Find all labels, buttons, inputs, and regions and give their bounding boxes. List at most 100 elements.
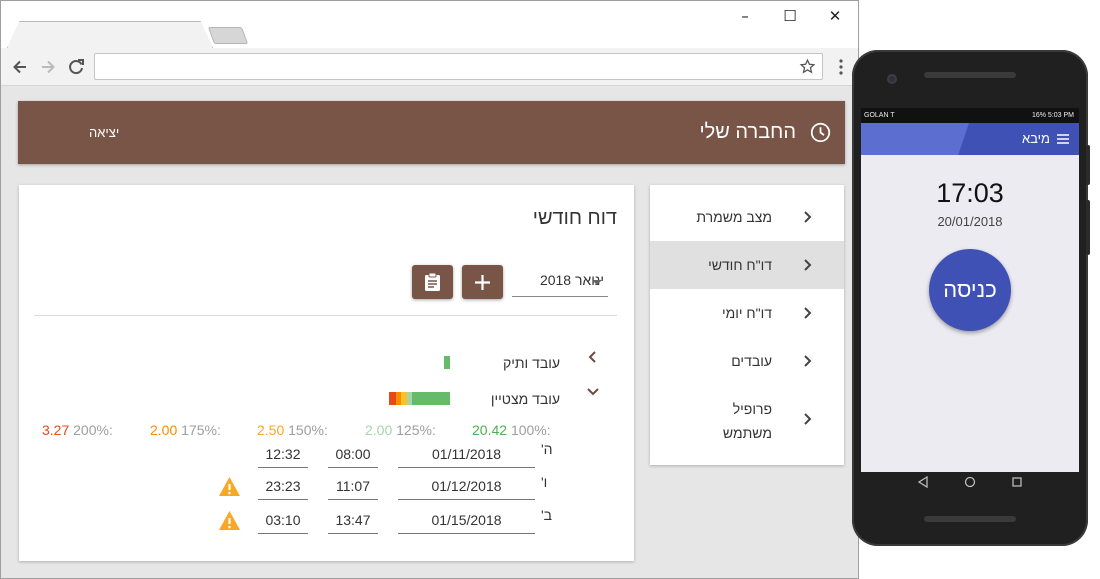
- end-time-field[interactable]: 03:10: [258, 504, 308, 534]
- status-indicators: 16% 5:03 PM: [1031, 112, 1074, 119]
- end-time-value: 23:23: [265, 478, 301, 494]
- browser-titlebar: – ☐ ✕: [1, 1, 858, 48]
- stat-value: 20.42: [472, 422, 508, 438]
- start-time-value: 08:00: [335, 446, 371, 462]
- browser-tab[interactable]: [7, 21, 213, 48]
- hamburger-menu-icon[interactable]: [1057, 134, 1069, 144]
- add-button[interactable]: [462, 265, 503, 299]
- current-date: 20/01/2018: [937, 214, 1003, 229]
- monthly-report-card: דוח חודשי ינואר 2018 עובד ותיק עובד מצטי…: [19, 185, 634, 561]
- stat-value: 3.27: [42, 422, 70, 438]
- end-time-value: 03:10: [265, 512, 301, 528]
- bookmark-star-icon[interactable]: [799, 58, 816, 75]
- warning-icon: [219, 477, 240, 496]
- volume-button: [1086, 145, 1090, 185]
- stat-value: 2.00: [365, 422, 393, 438]
- report-title: דוח חודשי: [532, 207, 617, 229]
- divider: [34, 315, 617, 316]
- menu-item-employees[interactable]: עובדים: [650, 337, 844, 385]
- date-field[interactable]: 01/12/2018: [398, 470, 535, 500]
- current-time: 17:03: [936, 178, 1004, 208]
- phone-nav-bar: [861, 472, 1079, 494]
- new-tab-button[interactable]: [207, 27, 249, 44]
- stat-value: 2.50: [257, 422, 285, 438]
- speaker-grill: [924, 72, 1016, 78]
- date-field[interactable]: 01/11/2018: [398, 438, 535, 468]
- menu-item-user-profile[interactable]: פרופיל משתמש: [650, 389, 844, 449]
- employee-name: עובד מצטיין: [490, 391, 560, 407]
- menu-item-label: דו"ח חודשי: [708, 257, 772, 273]
- status-bar: GOLAN T 16% 5:03 PM: [861, 108, 1079, 123]
- start-time-field[interactable]: 08:00: [328, 438, 378, 468]
- logout-link[interactable]: יציאה: [89, 125, 119, 140]
- date-value: 01/15/2018: [431, 512, 502, 528]
- address-bar[interactable]: [94, 53, 823, 80]
- check-in-button[interactable]: כניסה: [929, 249, 1011, 331]
- minimize-button[interactable]: –: [734, 5, 756, 27]
- stat-label: 175%:: [181, 422, 221, 438]
- side-menu: מצב משמרת דו"ח חודשי דו"ח יומי עובדים פר…: [650, 185, 844, 465]
- chevron-left-icon: [804, 259, 812, 271]
- app-bar-decoration: [861, 123, 969, 155]
- app-title: החברה שלי: [699, 121, 796, 143]
- menu-item-label: עובדים: [731, 353, 772, 369]
- home-circle-icon[interactable]: [964, 476, 976, 488]
- stat-125: 2.00 125%:: [365, 422, 436, 438]
- day-label: ה': [541, 441, 553, 457]
- hours-bar-200: [389, 392, 396, 405]
- chevron-left-icon: [804, 307, 812, 319]
- stat-label: 200%:: [73, 422, 113, 438]
- menu-item-label: דו"ח יומי: [722, 305, 772, 321]
- menu-item-monthly-report[interactable]: דו"ח חודשי: [650, 241, 844, 289]
- menu-item-label: מצב משמרת: [696, 209, 772, 225]
- start-time-field[interactable]: 11:07: [328, 470, 378, 500]
- export-report-button[interactable]: [412, 265, 453, 299]
- day-label: ו': [541, 474, 548, 490]
- forward-icon[interactable]: [37, 56, 59, 78]
- start-time-field[interactable]: 13:47: [328, 504, 378, 534]
- employee-name: עובד ותיק: [502, 355, 560, 371]
- stat-100: 20.42 100%:: [472, 422, 551, 438]
- date-value: 01/12/2018: [431, 478, 502, 494]
- back-icon[interactable]: [9, 56, 31, 78]
- start-time-value: 13:47: [335, 512, 371, 528]
- end-time-field[interactable]: 23:23: [258, 470, 308, 500]
- warning-icon: [219, 511, 240, 530]
- app-header: החברה שלי יציאה: [18, 101, 845, 164]
- chevron-down-icon[interactable]: [585, 384, 601, 400]
- bottom-speaker-grill: [924, 516, 1016, 522]
- end-time-field[interactable]: 12:32: [258, 438, 308, 468]
- stat-label: 150%:: [288, 422, 328, 438]
- stat-150: 2.50 150%:: [257, 422, 328, 438]
- chevron-left-icon: [804, 355, 812, 367]
- plus-icon: [475, 275, 490, 290]
- month-select[interactable]: ינואר 2018: [512, 266, 608, 297]
- menu-item-shift-status[interactable]: מצב משמרת: [650, 193, 844, 241]
- day-label: ב': [541, 507, 553, 523]
- phone-screen: GOLAN T 16% 5:03 PM מיבא 17:03 20/01/201…: [861, 108, 1079, 474]
- chevron-left-icon: [804, 413, 812, 425]
- maximize-button[interactable]: ☐: [779, 5, 801, 27]
- menu-item-daily-report[interactable]: דו"ח יומי: [650, 289, 844, 337]
- recents-square-icon[interactable]: [1011, 476, 1023, 488]
- close-window-button[interactable]: ✕: [824, 5, 846, 27]
- browser-menu-icon[interactable]: [830, 56, 852, 78]
- stat-label: 100%:: [510, 422, 551, 438]
- stat-175: 2.00 175%:: [150, 422, 221, 438]
- dropdown-arrow-icon: [592, 280, 602, 285]
- stat-label: 125%:: [396, 422, 436, 438]
- start-time-value: 11:07: [336, 478, 370, 494]
- hours-bar-100: [412, 392, 450, 405]
- hours-bar: [444, 356, 450, 369]
- carrier-name: GOLAN T: [864, 112, 895, 119]
- phone-device: GOLAN T 16% 5:03 PM מיבא 17:03 20/01/201…: [852, 50, 1090, 546]
- chevron-left-icon[interactable]: [585, 349, 601, 365]
- stat-value: 2.00: [150, 422, 178, 438]
- chevron-left-icon: [804, 211, 812, 223]
- back-triangle-icon[interactable]: [917, 476, 929, 488]
- reload-icon[interactable]: [65, 56, 87, 78]
- browser-toolbar: [1, 48, 858, 86]
- date-field[interactable]: 01/15/2018: [398, 504, 535, 534]
- menu-item-label: פרופיל משתמש: [722, 401, 772, 441]
- browser-window: – ☐ ✕ החברה שלי יציאה מצב משמרת דו"ח חוד…: [0, 0, 859, 579]
